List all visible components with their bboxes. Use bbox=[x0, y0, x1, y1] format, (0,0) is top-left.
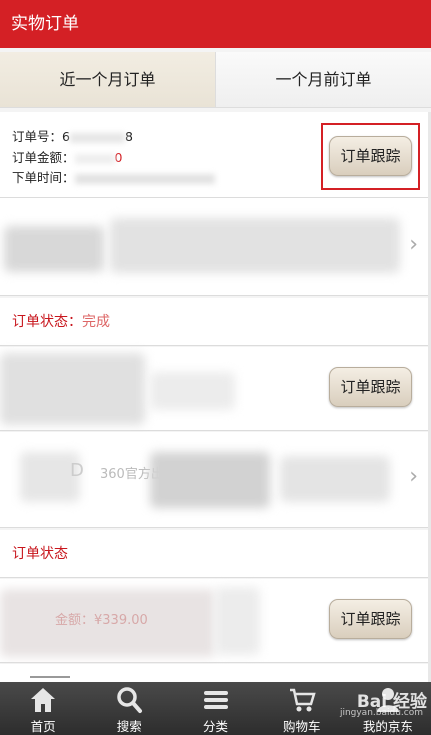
redacted-number bbox=[69, 132, 125, 143]
chevron-right-icon: › bbox=[409, 464, 418, 489]
order-number-label: 订单号：6 bbox=[12, 129, 70, 144]
nav-label-cart: 购物车 bbox=[282, 719, 321, 734]
order-number: 订单号：6 8 bbox=[12, 126, 133, 145]
watermark-url: jingyan.baidu.com bbox=[339, 708, 423, 718]
order-status-row: 订单状态 bbox=[0, 530, 431, 578]
page-title: 实物订单 bbox=[0, 0, 431, 48]
cart-icon bbox=[289, 688, 316, 712]
order-status-row: 订单状态：完成 bbox=[0, 298, 431, 346]
nav-cart[interactable]: 购物车 bbox=[259, 682, 345, 735]
order-status-label: 订单状态： bbox=[12, 314, 82, 330]
order-status-value: 完成 bbox=[82, 314, 110, 330]
order-time-label: 下单时间： bbox=[12, 170, 75, 185]
redacted-time bbox=[74, 173, 215, 184]
chevron-right-icon: › bbox=[409, 232, 418, 257]
product-title-blurred bbox=[110, 218, 400, 273]
search-icon bbox=[117, 687, 143, 713]
product-image-blurred bbox=[4, 226, 104, 272]
product-image-blurred bbox=[0, 353, 145, 425]
product-title-blurred bbox=[280, 456, 390, 502]
order-status-label: 订单状态 bbox=[12, 546, 68, 562]
order-number-suffix: 8 bbox=[124, 129, 133, 144]
nav-label-search: 搜索 bbox=[116, 719, 142, 734]
product-initial: D bbox=[70, 460, 84, 481]
order-track-button[interactable]: 订单跟踪 bbox=[329, 367, 412, 407]
order-summary-row: 金额：¥339.00 订单跟踪 bbox=[0, 579, 431, 663]
order-track-button[interactable]: 订单跟踪 bbox=[329, 599, 412, 639]
nav-search[interactable]: 搜索 bbox=[86, 682, 172, 735]
order-amount-label: 订单金额： bbox=[12, 150, 75, 165]
nav-category[interactable]: 分类 bbox=[172, 682, 258, 735]
order-amount-suffix: 0 bbox=[114, 150, 123, 165]
menu-icon bbox=[203, 691, 228, 709]
order-amount: 订单金额： 0 bbox=[12, 147, 122, 166]
home-icon bbox=[31, 688, 56, 712]
nav-label-category: 分类 bbox=[203, 719, 229, 734]
order-amount: 金额：¥339.00 bbox=[55, 613, 148, 628]
highlight-box bbox=[321, 123, 420, 190]
product-row[interactable]: › bbox=[0, 198, 431, 296]
tab-recent-month[interactable]: 近一个月订单 bbox=[0, 52, 215, 107]
order-time: 下单时间： bbox=[12, 167, 215, 186]
tab-older-than-month[interactable]: 一个月前订单 bbox=[215, 52, 431, 107]
redacted-amount bbox=[74, 153, 115, 164]
product-title-blurred bbox=[150, 452, 270, 508]
order-tabs: 近一个月订单 一个月前订单 bbox=[0, 52, 431, 108]
divider bbox=[30, 676, 70, 678]
redacted-info bbox=[215, 587, 260, 655]
nav-home[interactable]: 首页 bbox=[0, 682, 86, 735]
nav-label-my-jd: 我的京东 bbox=[362, 719, 413, 734]
product-row[interactable]: D 360官方出品 ... 设置同 › bbox=[0, 432, 431, 528]
product-row-partial bbox=[0, 664, 431, 682]
nav-label-home: 首页 bbox=[30, 719, 56, 734]
order-summary-row: 订单跟踪 bbox=[0, 347, 431, 431]
redacted-info bbox=[150, 372, 235, 410]
